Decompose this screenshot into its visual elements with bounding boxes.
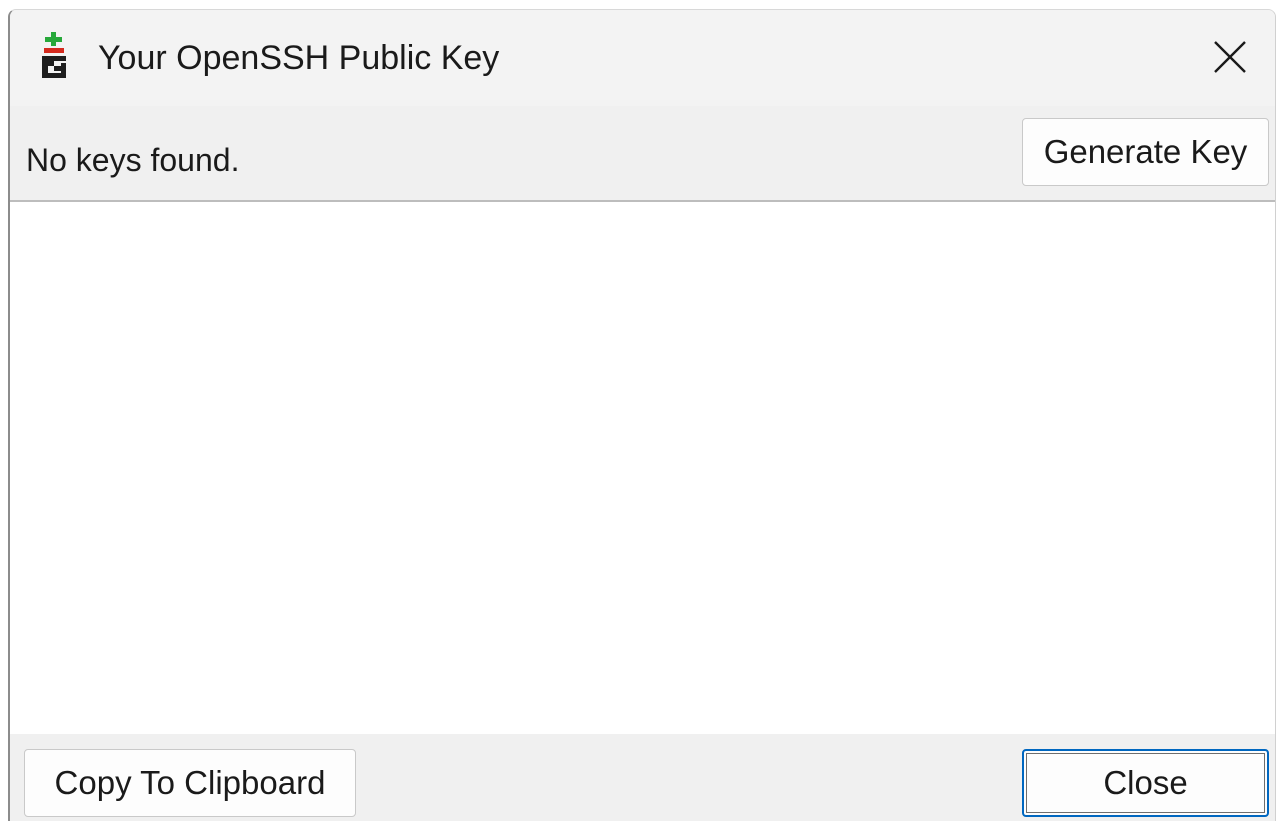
dialog-window: Your OpenSSH Public Key No keys found. G… <box>8 9 1276 821</box>
dialog-footer: Copy To Clipboard Close <box>10 734 1275 821</box>
copy-to-clipboard-button[interactable]: Copy To Clipboard <box>24 749 356 817</box>
public-key-textarea[interactable] <box>10 202 1275 734</box>
status-label: No keys found. <box>26 142 240 178</box>
close-icon[interactable] <box>1205 32 1255 82</box>
generate-key-button[interactable]: Generate Key <box>1022 118 1269 186</box>
key-status-bar: No keys found. Generate Key <box>10 106 1275 200</box>
window-title: Your OpenSSH Public Key <box>98 39 500 77</box>
close-button[interactable]: Close <box>1022 749 1269 817</box>
public-key-display <box>10 200 1275 734</box>
title-bar[interactable]: Your OpenSSH Public Key <box>10 10 1275 106</box>
gpg4win-key-icon <box>40 32 68 82</box>
